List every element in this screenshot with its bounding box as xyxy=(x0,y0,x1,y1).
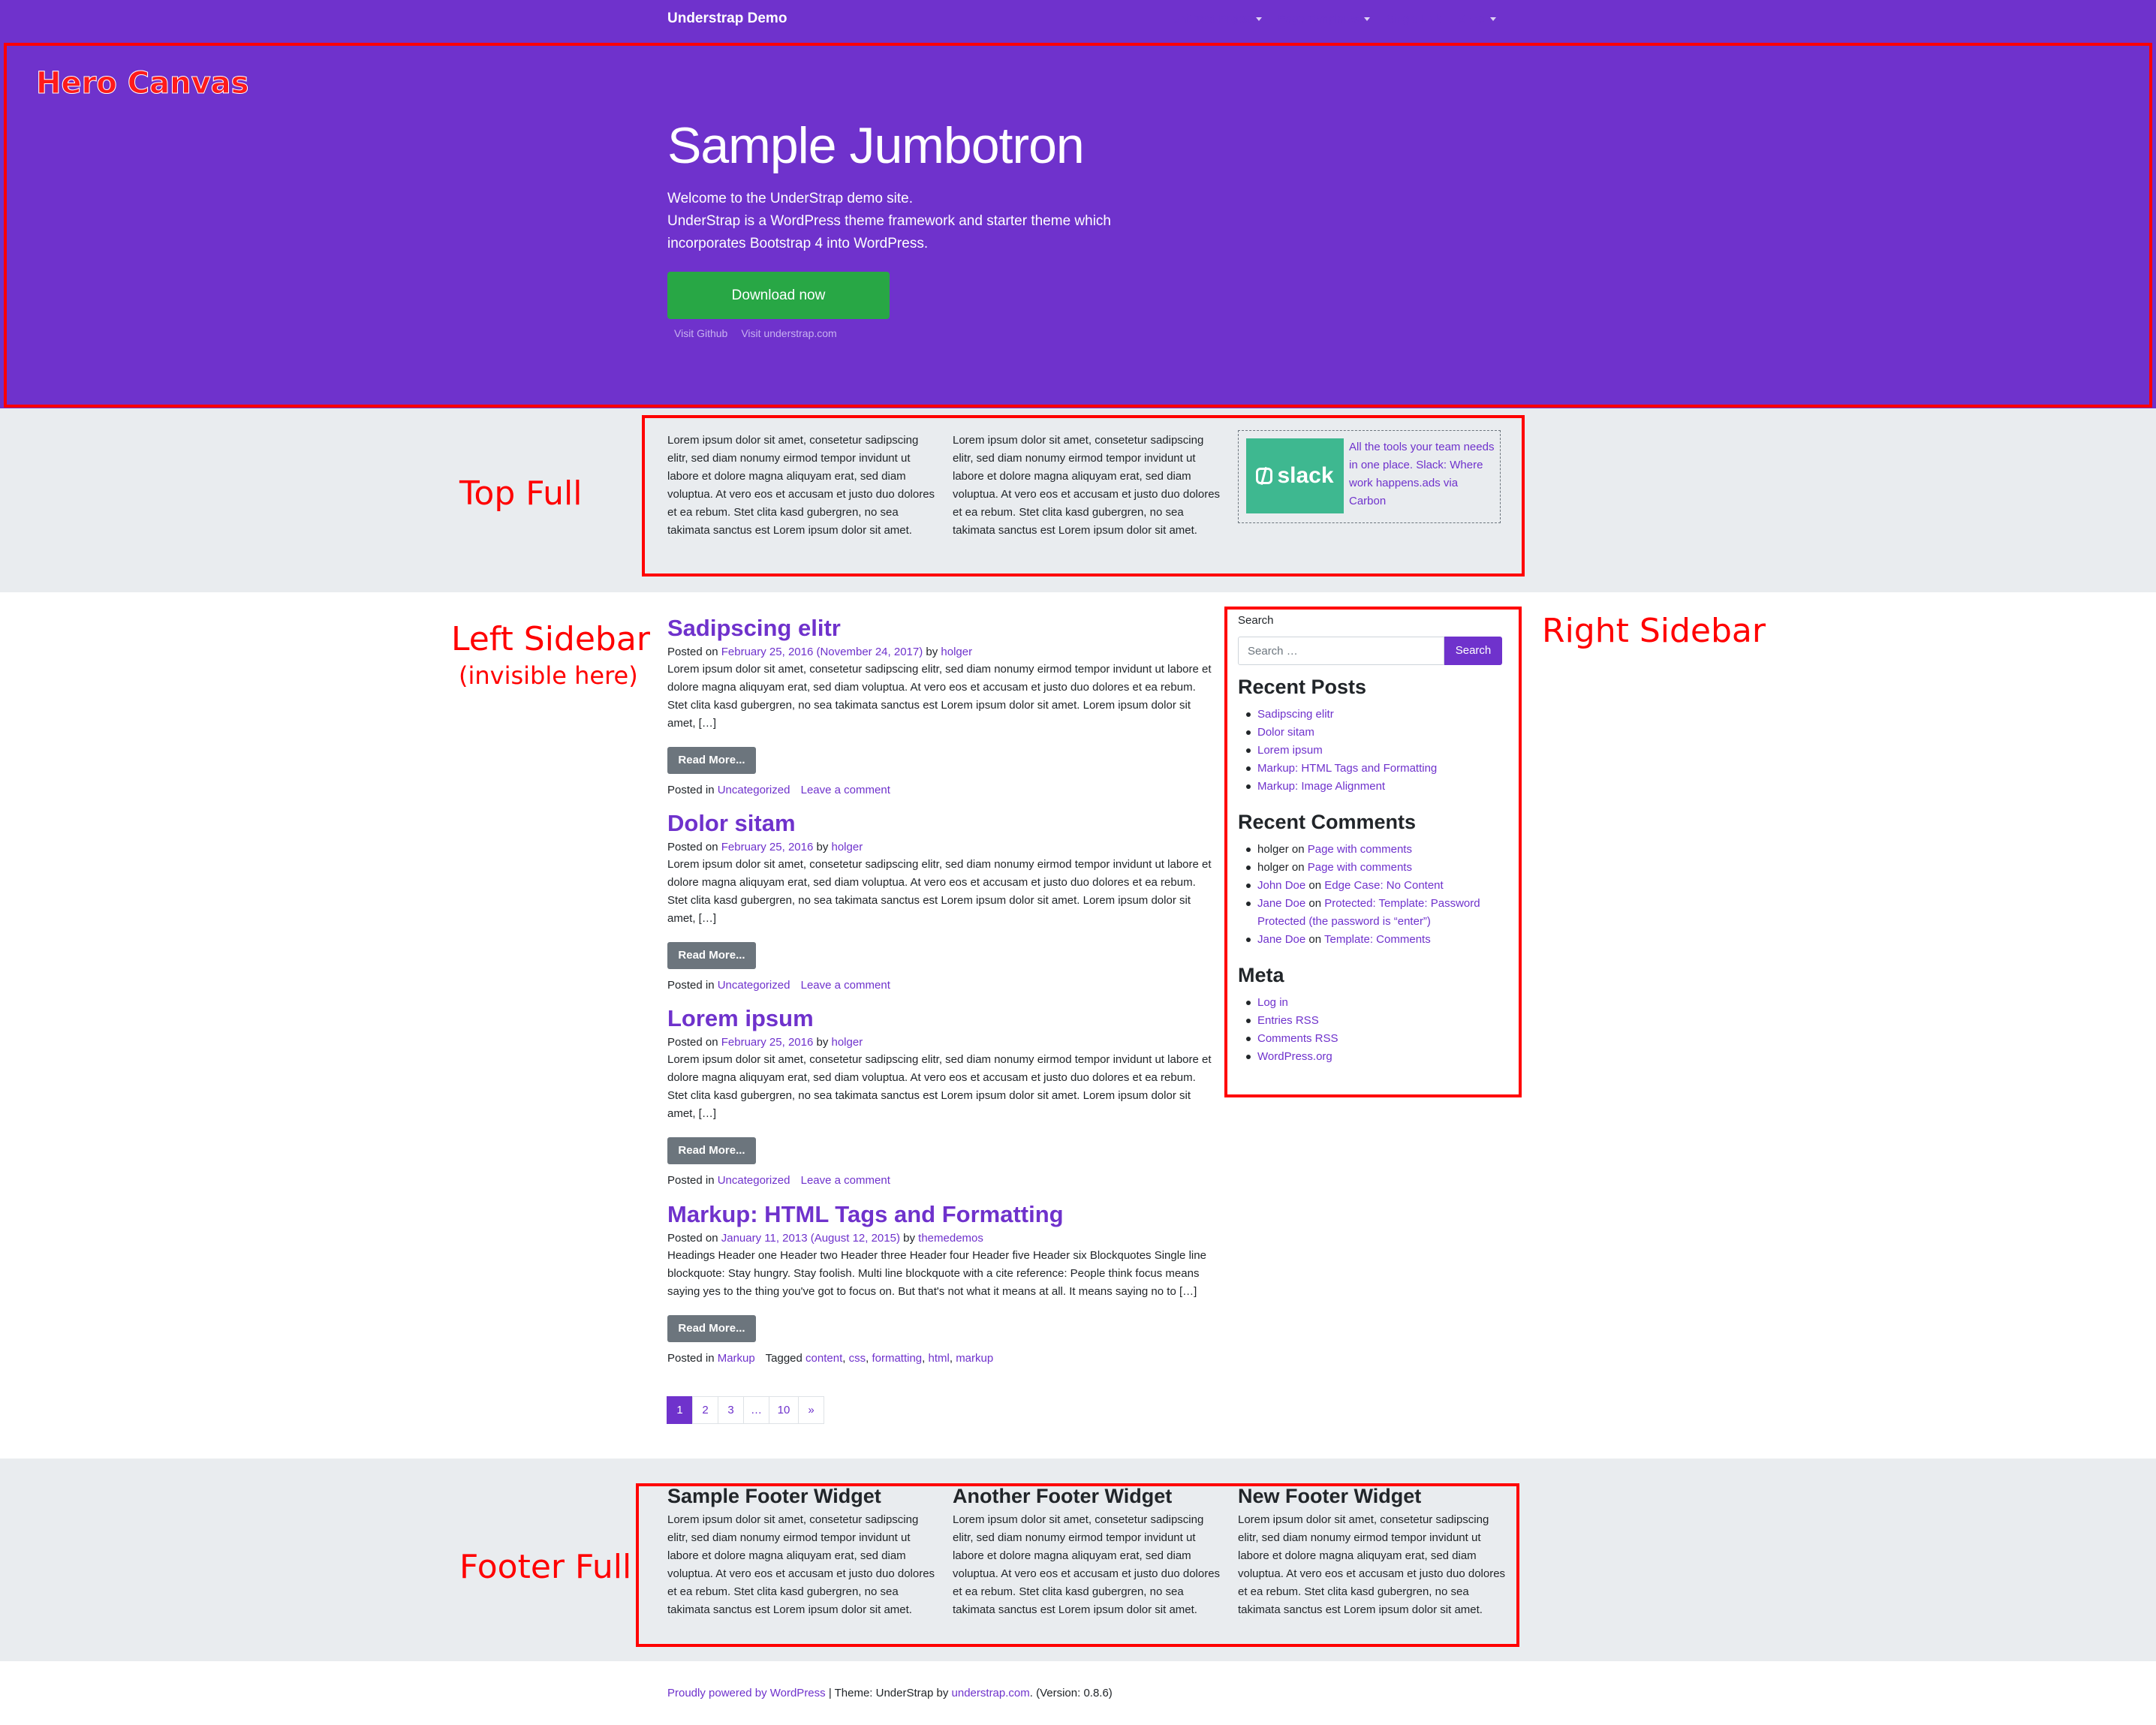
tag-link-content[interactable]: content xyxy=(805,1352,842,1365)
left-sidebar-note: (invisible here) xyxy=(459,661,638,690)
post-footer: Posted in Markup Tagged content, css, fo… xyxy=(667,1352,994,1365)
post-title[interactable]: Markup: HTML Tags and Formatting xyxy=(667,1200,1215,1229)
pagination: 1 2 3 … 10 » xyxy=(667,1396,824,1424)
site-info: Proudly powered by WordPress | Theme: Un… xyxy=(667,1687,1113,1699)
post-excerpt: Lorem ipsum dolor sit amet, consetetur s… xyxy=(667,663,1212,730)
post-meta: Posted on February 25, 2016 by holger xyxy=(667,839,1215,856)
read-more-button[interactable]: Read More... xyxy=(667,1137,756,1164)
tag-link-formatting[interactable]: formatting xyxy=(872,1352,922,1365)
page-link-3[interactable]: 3 xyxy=(718,1396,744,1424)
by-label: by xyxy=(903,1232,915,1245)
theme-credit-text: | Theme: UnderStrap by xyxy=(825,1687,952,1699)
by-label: by xyxy=(816,1036,829,1049)
posted-on-label: Posted on xyxy=(667,841,718,853)
hero-canvas-outline xyxy=(4,43,2152,408)
right-sidebar-annotation: Right Sidebar xyxy=(1542,612,1766,650)
posted-in-label: Posted in xyxy=(667,979,715,992)
tag-link-html[interactable]: html xyxy=(929,1352,950,1365)
post-article: Sadipscing elitr Posted on February 25, … xyxy=(667,614,1215,799)
read-more-button[interactable]: Read More... xyxy=(667,747,756,774)
caret-down-icon xyxy=(1364,17,1371,21)
post-title[interactable]: Dolor sitam xyxy=(667,809,1215,838)
top-full-outline xyxy=(642,415,1525,577)
post-category-link[interactable]: Uncategorized xyxy=(718,1174,790,1187)
page-ellipsis: … xyxy=(743,1396,769,1424)
post-meta: Posted on February 25, 2016 by holger xyxy=(667,1034,1215,1051)
by-label: by xyxy=(926,646,938,658)
leave-comment-link[interactable]: Leave a comment xyxy=(801,784,890,796)
post-date-link[interactable]: February 25, 2016 xyxy=(721,1036,814,1049)
post-title[interactable]: Sadipscing elitr xyxy=(667,614,1215,643)
post-article: Lorem ipsum Posted on February 25, 2016 … xyxy=(667,1004,1215,1189)
read-more-button[interactable]: Read More... xyxy=(667,942,756,969)
nav-item-shop[interactable]: Shop xyxy=(1458,13,1496,26)
post-excerpt: Headings Header one Header two Header th… xyxy=(667,1249,1206,1298)
post-author-link[interactable]: holger xyxy=(832,1036,863,1049)
nav-item-single-link[interactable]: Single Link xyxy=(1387,13,1441,26)
post-meta: Posted on January 11, 2013 (August 12, 2… xyxy=(667,1230,1215,1247)
page-link-10[interactable]: 10 xyxy=(769,1396,799,1424)
hero-canvas-annotation: Hero Canvas xyxy=(35,66,249,101)
caret-down-icon xyxy=(1489,17,1496,21)
understrap-link[interactable]: understrap.com xyxy=(952,1687,1030,1699)
footer-full-annotation: Footer Full xyxy=(459,1548,632,1586)
post-title[interactable]: Lorem ipsum xyxy=(667,1004,1215,1033)
nav-item-unit-test-pages[interactable]: Unit Test Pages xyxy=(1172,13,1262,26)
posted-in-label: Posted in xyxy=(667,784,715,796)
nav-item-page-templates[interactable]: Page Templates xyxy=(1278,13,1371,26)
read-more-button[interactable]: Read More... xyxy=(667,1315,756,1342)
post-category-link[interactable]: Uncategorized xyxy=(718,784,790,796)
post-author-link[interactable]: holger xyxy=(832,841,863,853)
post-footer: Posted in Uncategorized Leave a comment xyxy=(667,782,1215,799)
version-text: . (Version: 0.8.6) xyxy=(1029,1687,1113,1699)
page-link-1[interactable]: 1 xyxy=(667,1396,693,1424)
post-footer: Posted in Uncategorized Leave a comment xyxy=(667,1173,1215,1189)
leave-comment-link[interactable]: Leave a comment xyxy=(801,1174,890,1187)
posted-in-label: Posted in xyxy=(667,1352,715,1365)
next-page-link[interactable]: » xyxy=(798,1396,824,1424)
post-excerpt: Lorem ipsum dolor sit amet, consetetur s… xyxy=(667,1053,1212,1120)
post-meta: Posted on February 25, 2016 (November 24… xyxy=(667,644,1215,661)
posted-on-label: Posted on xyxy=(667,1036,718,1049)
post-author-link[interactable]: holger xyxy=(941,646,972,658)
tagged-label: Tagged xyxy=(765,1352,802,1365)
navbar: Understrap Demo Unit Test Pages Page Tem… xyxy=(0,0,2156,43)
tag-link-css[interactable]: css xyxy=(849,1352,866,1365)
left-sidebar-annotation: Left Sidebar xyxy=(451,620,650,658)
post-date-link[interactable]: January 11, 2013 (August 12, 2015) xyxy=(721,1232,900,1245)
post-footer: Posted in Uncategorized Leave a comment xyxy=(667,977,1215,994)
post-category-link[interactable]: Markup xyxy=(718,1352,755,1365)
right-sidebar-outline xyxy=(1224,607,1522,1097)
brand-link[interactable]: Understrap Demo xyxy=(667,11,787,27)
post-date-link[interactable]: February 25, 2016 xyxy=(721,841,814,853)
nav-menu: Unit Test Pages Page Templates Single Li… xyxy=(1172,13,1496,26)
post-date-link[interactable]: February 25, 2016 (November 24, 2017) xyxy=(721,646,923,658)
leave-comment-link[interactable]: Leave a comment xyxy=(801,979,890,992)
posted-on-label: Posted on xyxy=(667,646,718,658)
post-article: Dolor sitam Posted on February 25, 2016 … xyxy=(667,809,1215,994)
post-excerpt: Lorem ipsum dolor sit amet, consetetur s… xyxy=(667,858,1212,925)
post-author-link[interactable]: themedemos xyxy=(918,1232,983,1245)
nav-item-label: Shop xyxy=(1458,13,1485,26)
nav-item-label: Unit Test Pages xyxy=(1172,13,1251,26)
nav-item-label: Page Templates xyxy=(1278,13,1360,26)
powered-by-wordpress-link[interactable]: Proudly powered by WordPress xyxy=(667,1687,826,1699)
posted-on-label: Posted on xyxy=(667,1232,718,1245)
top-full-annotation: Top Full xyxy=(459,474,583,513)
post-article: Markup: HTML Tags and Formatting Posted … xyxy=(667,1200,1215,1367)
caret-down-icon xyxy=(1255,17,1262,21)
by-label: by xyxy=(816,841,829,853)
tag-link-markup[interactable]: markup xyxy=(956,1352,993,1365)
footer-full-outline xyxy=(636,1483,1519,1647)
page-link-2[interactable]: 2 xyxy=(692,1396,718,1424)
post-category-link[interactable]: Uncategorized xyxy=(718,979,790,992)
posted-in-label: Posted in xyxy=(667,1174,715,1187)
nav-item-label: Single Link xyxy=(1387,13,1442,26)
